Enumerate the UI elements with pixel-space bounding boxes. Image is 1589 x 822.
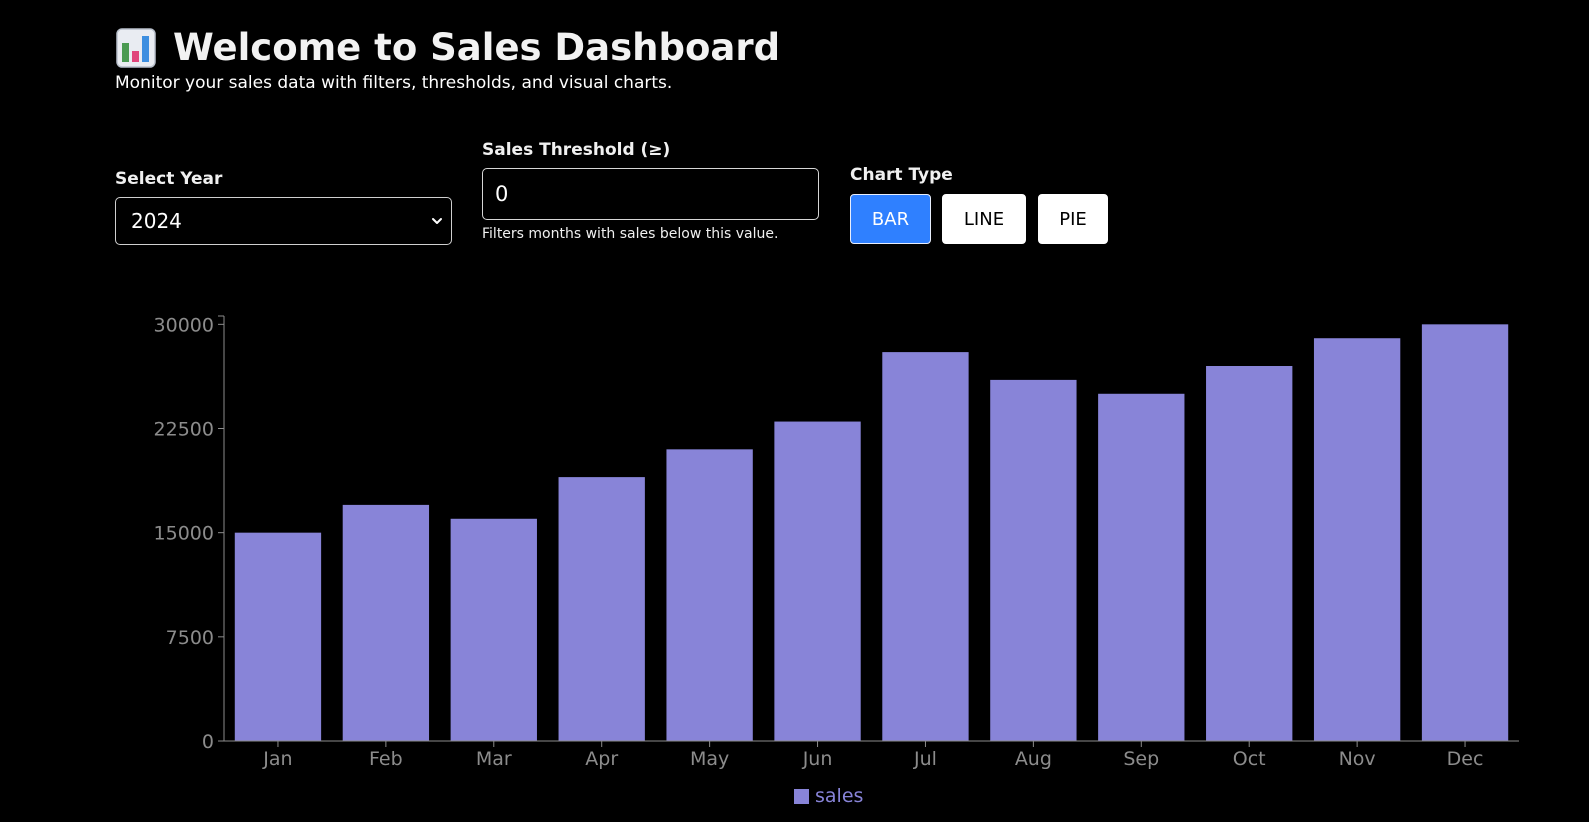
x-tick-label: Jun: [802, 748, 833, 770]
threshold-input[interactable]: [482, 168, 819, 220]
x-tick-label: Jul: [913, 748, 937, 770]
y-tick-label: 0: [202, 731, 214, 753]
bar-mar: [450, 518, 537, 741]
y-tick-label: 30000: [154, 314, 214, 336]
year-select[interactable]: 2024: [115, 197, 452, 245]
bar-apr: [558, 477, 645, 741]
year-label: Select Year: [115, 169, 223, 189]
y-tick-label: 22500: [154, 419, 214, 441]
bar-may: [666, 449, 753, 741]
bar-feb: [342, 504, 430, 741]
y-tick-label: 15000: [154, 523, 214, 545]
bar-nov: [1313, 338, 1401, 741]
x-tick-label: Nov: [1339, 748, 1376, 770]
page-header: Welcome to Sales Dashboard Monitor your …: [115, 26, 780, 93]
bar-chart-icon: [116, 27, 156, 68]
x-tick-label: Feb: [369, 748, 403, 770]
x-tick-label: Oct: [1233, 748, 1266, 770]
title-row: Welcome to Sales Dashboard: [115, 26, 780, 69]
bar-chart-button[interactable]: BAR: [850, 194, 931, 244]
year-select-value: 2024: [131, 209, 182, 233]
bar-oct: [1206, 366, 1293, 741]
bar-jun: [774, 421, 861, 741]
bar-jan: [234, 532, 322, 741]
x-tick-label: Sep: [1123, 748, 1159, 770]
threshold-help-text: Filters months with sales below this val…: [482, 226, 779, 242]
x-tick-label: Dec: [1447, 748, 1484, 770]
x-tick-label: Jan: [262, 748, 292, 770]
x-tick-label: Mar: [476, 748, 512, 770]
bar-sep: [1098, 393, 1185, 741]
line-chart-button[interactable]: LINE: [942, 194, 1026, 244]
sales-dashboard: Welcome to Sales Dashboard Monitor your …: [0, 0, 1589, 822]
bar-aug: [990, 379, 1077, 741]
page-subtitle: Monitor your sales data with filters, th…: [115, 73, 673, 93]
x-tick-label: May: [690, 748, 729, 770]
chevron-down-icon: [432, 218, 442, 224]
bar-jul: [882, 352, 969, 741]
y-tick-label: 7500: [166, 627, 214, 649]
threshold-label: Sales Threshold (≥): [482, 140, 671, 160]
filter-controls: Select Year 2024 Sales Threshold (≥) Fil…: [115, 140, 1215, 260]
bar-chart: 0 7500 15000 22500 30000 Jan Feb Mar Apr May Jun Ju…: [154, 314, 1519, 807]
pie-chart-button[interactable]: PIE: [1038, 194, 1108, 244]
page-title: Welcome to Sales Dashboard: [173, 26, 781, 69]
bar-dec: [1421, 324, 1509, 741]
x-tick-label: Apr: [585, 748, 618, 770]
chart-type-label: Chart Type: [850, 165, 953, 185]
x-tick-label: Aug: [1015, 748, 1052, 770]
sales-chart: 0 7500 15000 22500 30000 Jan Feb Mar Apr May Jun Ju…: [0, 300, 1589, 822]
legend-swatch: [794, 789, 809, 804]
legend-label: sales: [815, 785, 863, 807]
